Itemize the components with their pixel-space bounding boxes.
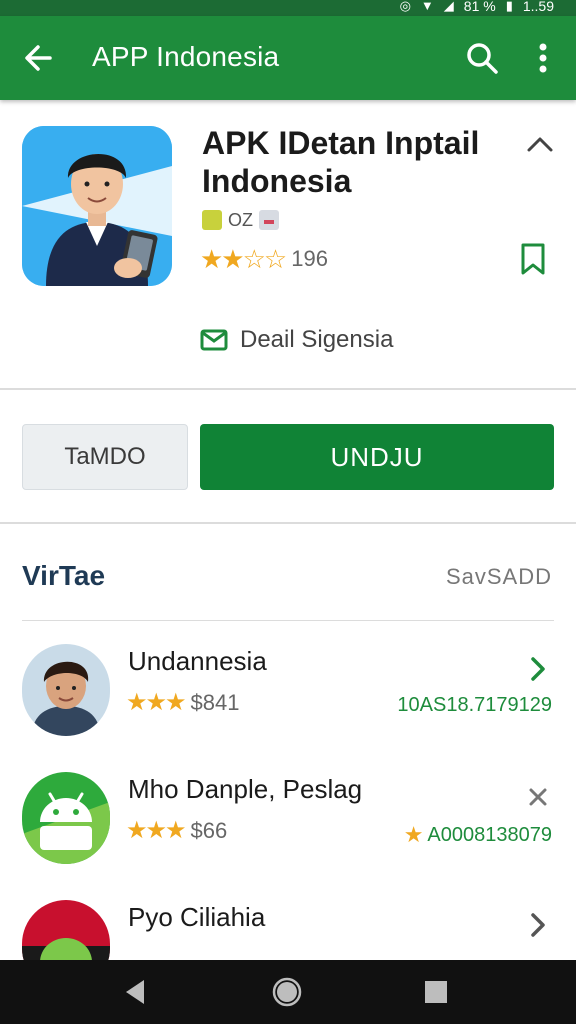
list-item-meta-text: A0008138079 [427, 823, 552, 846]
list-item-price: $841 [190, 689, 240, 715]
battery-icon: ▮ [505, 0, 513, 13]
status-bar: ◎ ▼ ◢ 81 % ▮ 1..59 [0, 0, 576, 16]
android-app-icon [22, 772, 110, 864]
developer-name: Deail Sigensia [240, 326, 394, 353]
list-item-name: Undannesia [128, 646, 267, 676]
status-clock: 1..59 [522, 0, 554, 14]
chevron-up-icon[interactable] [524, 130, 556, 158]
battery-percent: 81 % [463, 0, 496, 14]
section-more-link[interactable]: SavSADD [446, 564, 552, 590]
list-item[interactable]: Undannesia ★★★ $841 10AS18.7179129 [0, 644, 576, 764]
list-item-meta: ★ A0008138079 [404, 822, 552, 848]
app-name: APK IDetan Inptail Indonesia [202, 125, 480, 199]
app-meta-text: OZ [228, 209, 253, 230]
nav-back-icon[interactable] [120, 976, 152, 1008]
rating-stars-icon: ★★☆☆ [200, 243, 287, 274]
section-title: VirTae [22, 560, 106, 591]
search-icon[interactable] [462, 38, 502, 78]
content-rating-icon [202, 210, 222, 230]
list-item-meta-text: 10AS18.7179129 [397, 694, 552, 716]
mail-icon [200, 329, 228, 351]
app-meta-row: OZ [202, 208, 279, 232]
divider [0, 388, 576, 390]
list-item-rating: ★★★ $841 [126, 688, 240, 717]
list-item-rating: ★★★ $66 [126, 816, 227, 845]
ads-badge-icon [259, 210, 279, 230]
divider [0, 522, 576, 524]
app-rating: ★★☆☆ 196 [200, 244, 328, 274]
list-item-name: Mho Danple, Peslag [128, 774, 363, 804]
close-icon[interactable] [526, 782, 550, 812]
bookmark-icon[interactable] [518, 242, 548, 276]
nav-home-icon[interactable] [271, 976, 303, 1008]
app-bar: APP Indonesia [0, 16, 576, 100]
developer-link[interactable]: Deail Sigensia [200, 326, 393, 354]
page-title: APP Indonesia [92, 41, 280, 72]
list-item[interactable]: Mho Danple, Peslag ★★★ $66 ★ A0008138079 [0, 772, 576, 892]
rating-count: 196 [291, 246, 328, 271]
list-item-price: $66 [190, 817, 228, 843]
alarm-icon: ◎ [399, 0, 411, 13]
nav-recents-icon[interactable] [420, 976, 452, 1008]
wifi-icon: ▼ [420, 0, 434, 13]
back-arrow-icon[interactable] [20, 38, 60, 78]
system-nav-bar [0, 960, 576, 1024]
rating-stars-icon: ★★★ [126, 817, 187, 844]
list-item-meta: 10AS18.7179129 [397, 694, 552, 717]
signal-icon: ◢ [443, 0, 454, 13]
more-vert-icon[interactable] [526, 38, 560, 78]
star-icon: ★ [403, 822, 424, 847]
list-item-name: Pyo Ciliahia [128, 902, 266, 932]
avatar [22, 644, 110, 736]
chevron-right-icon[interactable] [526, 910, 550, 940]
rating-stars-icon: ★★★ [126, 689, 187, 716]
secondary-button[interactable]: TaMDO [22, 424, 188, 490]
divider [22, 620, 554, 621]
chevron-right-icon[interactable] [526, 654, 550, 684]
install-button[interactable]: UNDJU [200, 424, 554, 490]
app-icon [22, 126, 172, 286]
